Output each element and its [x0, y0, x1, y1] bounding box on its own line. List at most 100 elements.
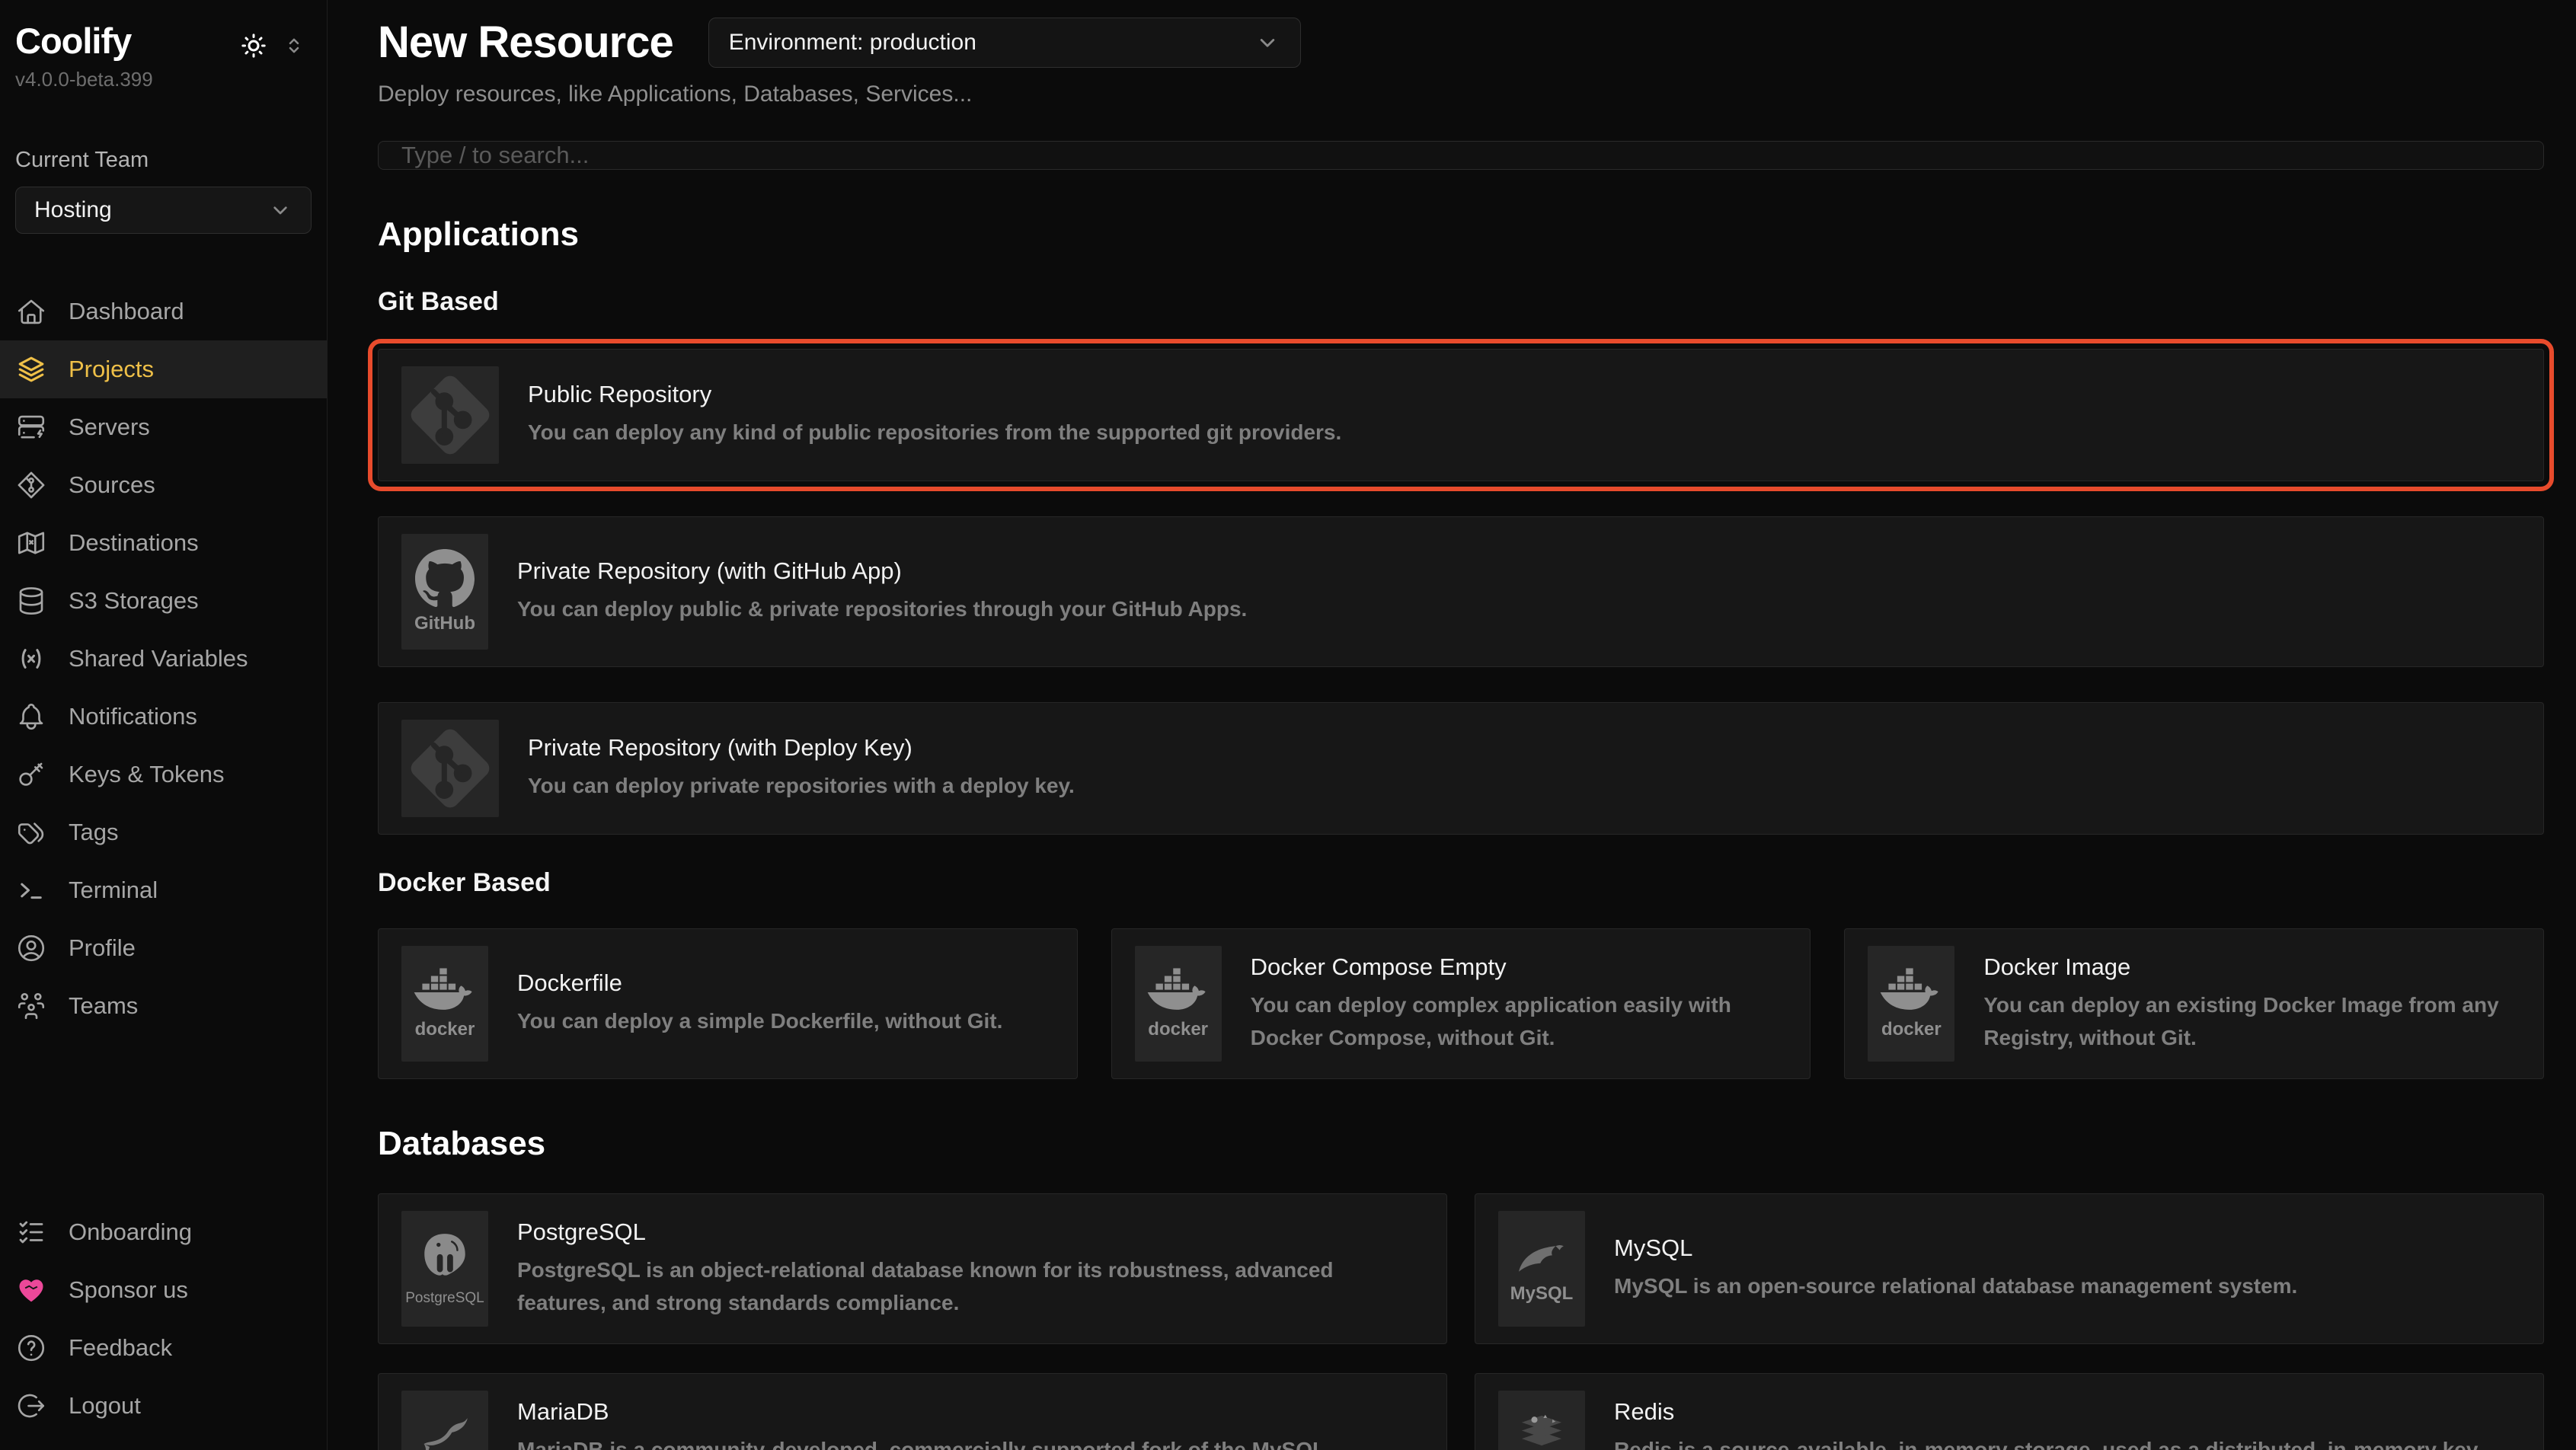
- git-logo: [401, 720, 499, 817]
- sidebar-item-destinations[interactable]: Destinations: [0, 514, 327, 572]
- card-description: You can deploy private repositories with…: [528, 769, 1075, 802]
- card-docker-compose-empty[interactable]: docker Docker Compose Empty You can depl…: [1111, 928, 1811, 1079]
- environment-select-value: Environment: production: [729, 30, 976, 56]
- databases-heading: Databases: [378, 1125, 2544, 1163]
- variable-icon: [15, 643, 47, 675]
- map-icon: [15, 527, 47, 559]
- card-title: Public Repository: [528, 381, 1341, 408]
- mysql-logo-label: MySQL: [1510, 1283, 1574, 1305]
- sidebar-item-logout[interactable]: Logout: [0, 1377, 327, 1435]
- card-dockerfile[interactable]: docker Dockerfile You can deploy a simpl…: [378, 928, 1078, 1079]
- card-mysql[interactable]: MySQL MySQL MySQL is an open-source rela…: [1475, 1193, 2544, 1344]
- theme-switcher-chevrons-icon[interactable]: [283, 33, 305, 59]
- page-title: New Resource: [378, 17, 673, 68]
- chevron-down-icon: [1254, 30, 1280, 56]
- checklist-icon: [15, 1216, 47, 1248]
- postgresql-logo-label: PostgreSQL: [405, 1290, 484, 1307]
- current-team-label: Current Team: [0, 148, 327, 173]
- card-title: Dockerfile: [517, 969, 1002, 997]
- sidebar-item-keys-tokens[interactable]: Keys & Tokens: [0, 746, 327, 803]
- sidebar-nav: Dashboard Projects Servers Sources Desti…: [0, 283, 327, 1035]
- sidebar-item-shared-variables[interactable]: Shared Variables: [0, 630, 327, 688]
- sidebar-item-onboarding[interactable]: Onboarding: [0, 1203, 327, 1261]
- bell-icon: [15, 701, 47, 733]
- chevron-down-icon: [268, 198, 292, 222]
- docker-logo: docker: [1868, 946, 1954, 1062]
- docker-logo: docker: [401, 946, 488, 1062]
- docker-logo-label: docker: [1148, 1019, 1208, 1040]
- sidebar-item-projects[interactable]: Projects: [0, 340, 327, 398]
- card-title: MySQL: [1614, 1234, 2297, 1262]
- sidebar-item-sponsor-us[interactable]: Sponsor us: [0, 1261, 327, 1319]
- terminal-icon: [15, 874, 47, 906]
- card-title: MariaDB: [517, 1398, 1424, 1426]
- card-postgresql[interactable]: PostgreSQL PostgreSQL PostgreSQL is an o…: [378, 1193, 1447, 1344]
- card-description: You can deploy an existing Docker Image …: [1983, 988, 2520, 1055]
- git-diamond-icon: [15, 469, 47, 501]
- database-icon: [15, 585, 47, 617]
- card-description: You can deploy a simple Dockerfile, with…: [517, 1004, 1002, 1037]
- sidebar-item-profile[interactable]: Profile: [0, 919, 327, 977]
- card-title: Private Repository (with Deploy Key): [528, 734, 1075, 762]
- key-icon: [15, 759, 47, 790]
- git-based-cards: Public Repository You can deploy any kin…: [378, 349, 2544, 835]
- github-logo-label: GitHub: [414, 613, 475, 634]
- page-subtitle: Deploy resources, like Applications, Dat…: [378, 81, 2544, 107]
- mariadb-logo: MariaDB: [401, 1391, 488, 1450]
- card-docker-image[interactable]: docker Docker Image You can deploy an ex…: [1844, 928, 2544, 1079]
- home-icon: [15, 295, 47, 327]
- postgresql-logo: PostgreSQL: [401, 1211, 488, 1327]
- main-content: New Resource Environment: production Dep…: [328, 0, 2576, 1450]
- docker-based-cards: docker Dockerfile You can deploy a simpl…: [378, 928, 2544, 1079]
- layers-icon: [15, 353, 47, 385]
- card-redis[interactable]: redis Redis Redis is a source-available,…: [1475, 1373, 2544, 1450]
- card-description: Redis is a source-available, in-memory s…: [1614, 1433, 2520, 1450]
- server-icon: [15, 411, 47, 443]
- docker-based-heading: Docker Based: [378, 868, 2544, 898]
- tags-icon: [15, 816, 47, 848]
- users-group-icon: [15, 990, 47, 1022]
- card-title: Private Repository (with GitHub App): [517, 557, 1247, 585]
- card-description: You can deploy complex application easil…: [1251, 988, 1788, 1055]
- card-public-repository[interactable]: Public Repository You can deploy any kin…: [378, 349, 2544, 481]
- sidebar-item-sources[interactable]: Sources: [0, 456, 327, 514]
- sidebar-item-dashboard[interactable]: Dashboard: [0, 283, 327, 340]
- sidebar-item-tags[interactable]: Tags: [0, 803, 327, 861]
- card-private-repository-deploy-key[interactable]: Private Repository (with Deploy Key) You…: [378, 702, 2544, 835]
- heart-icon: [15, 1274, 47, 1306]
- sidebar-item-notifications[interactable]: Notifications: [0, 688, 327, 746]
- card-description: You can deploy any kind of public reposi…: [528, 416, 1341, 449]
- sidebar-item-servers[interactable]: Servers: [0, 398, 327, 456]
- page-header: New Resource Environment: production: [378, 17, 2544, 68]
- sidebar-header: Coolify: [0, 20, 327, 62]
- card-title: Redis: [1614, 1398, 2520, 1426]
- docker-logo-label: docker: [415, 1019, 475, 1040]
- search-input[interactable]: [378, 141, 2544, 170]
- sidebar-item-s3-storages[interactable]: S3 Storages: [0, 572, 327, 630]
- sidebar-item-feedback[interactable]: Feedback: [0, 1319, 327, 1377]
- card-private-repository-github-app[interactable]: GitHub Private Repository (with GitHub A…: [378, 516, 2544, 667]
- redis-logo: redis: [1498, 1391, 1585, 1450]
- environment-select[interactable]: Environment: production: [708, 18, 1301, 68]
- card-mariadb[interactable]: MariaDB MariaDB MariaDB is a community-d…: [378, 1373, 1447, 1450]
- docker-logo-label: docker: [1881, 1019, 1942, 1040]
- logout-icon: [15, 1390, 47, 1422]
- app-logo: Coolify: [15, 20, 131, 62]
- app-version: v4.0.0-beta.399: [0, 68, 327, 91]
- card-description: MySQL is an open-source relational datab…: [1614, 1270, 2297, 1302]
- card-title: Docker Compose Empty: [1251, 953, 1788, 981]
- card-description: You can deploy public & private reposito…: [517, 592, 1247, 625]
- team-select[interactable]: Hosting: [15, 187, 312, 234]
- sun-icon[interactable]: [238, 30, 269, 61]
- mysql-logo: MySQL: [1498, 1211, 1585, 1327]
- database-cards: PostgreSQL PostgreSQL PostgreSQL is an o…: [378, 1193, 2544, 1450]
- sidebar-item-teams[interactable]: Teams: [0, 977, 327, 1035]
- card-title: Docker Image: [1983, 953, 2520, 981]
- user-circle-icon: [15, 932, 47, 964]
- sidebar: Coolify v4.0.0-beta.399 Current Team Hos…: [0, 0, 328, 1450]
- sidebar-footer-nav: Onboarding Sponsor us Feedback Logout: [0, 1203, 327, 1435]
- github-logo: GitHub: [401, 534, 488, 650]
- sidebar-item-terminal[interactable]: Terminal: [0, 861, 327, 919]
- applications-heading: Applications: [378, 216, 2544, 254]
- docker-logo: docker: [1135, 946, 1222, 1062]
